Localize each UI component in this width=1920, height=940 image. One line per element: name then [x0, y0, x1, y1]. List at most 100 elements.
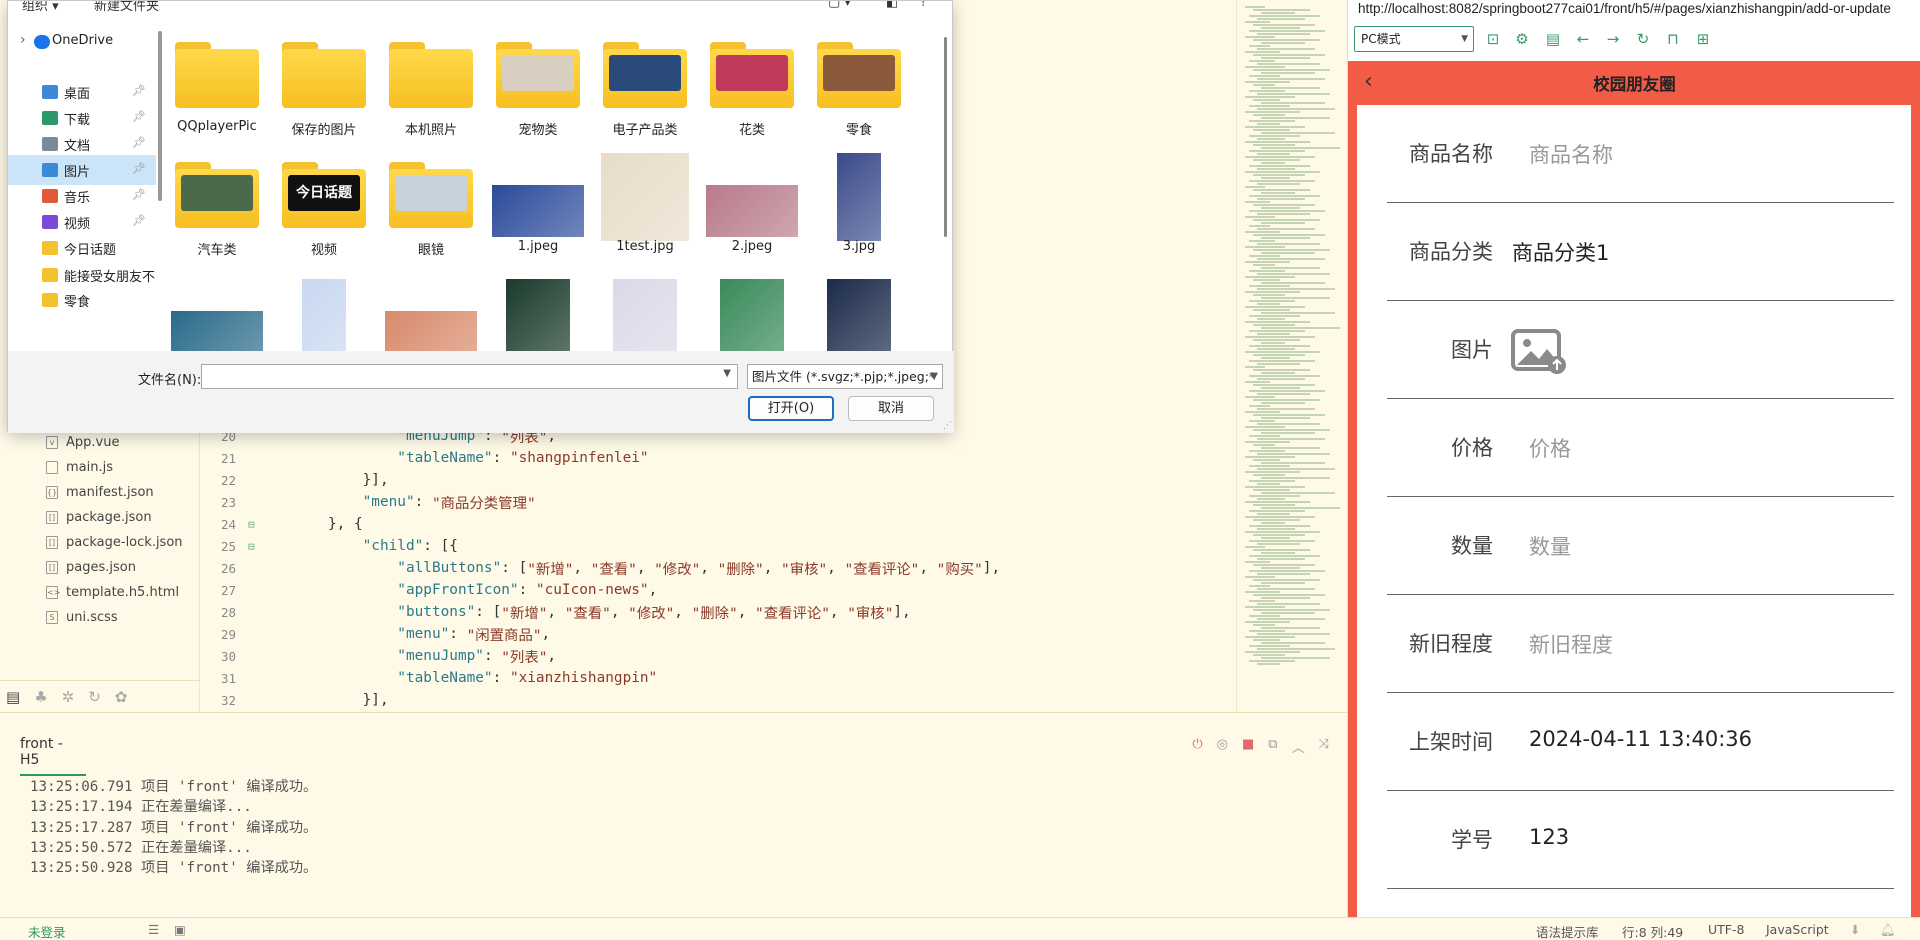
form-value[interactable]: 商品分类1	[1512, 237, 1609, 267]
organize-button[interactable]: 组织 ▾	[22, 1, 59, 14]
form-value[interactable]: 123	[1529, 825, 1569, 849]
screenshot-icon[interactable]: ⊡	[1484, 30, 1502, 48]
form-input[interactable]: 数量	[1529, 531, 1571, 561]
minimap-line	[1253, 159, 1300, 161]
form-input[interactable]: 新旧程度	[1529, 629, 1613, 659]
tree-file-item[interactable]: main.js	[0, 455, 200, 479]
encoding[interactable]: UTF-8	[1708, 922, 1744, 937]
console-icon[interactable]: ▤	[1544, 30, 1562, 48]
line-number: 31	[220, 670, 236, 686]
image-item[interactable]: 1.jpeg	[486, 137, 590, 255]
image-item[interactable]	[165, 257, 269, 351]
tree-file-item[interactable]: {} manifest.json	[0, 480, 200, 504]
nav-scrollbar[interactable]	[158, 31, 162, 201]
image-item[interactable]: 2.jpeg	[700, 137, 804, 255]
refresh-icon[interactable]: ↻	[1634, 30, 1652, 48]
minimap-line	[1253, 654, 1285, 656]
puzzle-icon[interactable]: ✿	[115, 688, 128, 706]
nav-item[interactable]: › OneDrive	[8, 27, 156, 57]
console-tab[interactable]: front - H5	[20, 736, 86, 776]
image-item[interactable]	[272, 257, 376, 351]
run-icon[interactable]: ◎	[1217, 737, 1228, 756]
view-icon[interactable]: ▢ ▾	[828, 1, 851, 10]
stop-icon[interactable]: ⏻	[1192, 737, 1202, 756]
fold-icon[interactable]: ⊟	[248, 518, 260, 531]
bell-icon[interactable]: 🔔︎	[1880, 922, 1896, 938]
code-token: "shangpinfenlei"	[509, 450, 649, 466]
folder-item[interactable]: QQplayerPic	[165, 17, 269, 135]
tree-file-item[interactable]: [] package-lock.json	[0, 530, 200, 554]
chevron-right-icon[interactable]: ›	[20, 32, 26, 48]
tree-file-item[interactable]: [] package.json	[0, 505, 200, 529]
form-input[interactable]: 价格	[1529, 433, 1571, 463]
code-token: "menu"	[397, 626, 450, 642]
nav-item[interactable]: 今日话题	[8, 233, 156, 263]
qr-icon[interactable]: ⊞	[1694, 30, 1712, 48]
fold-icon[interactable]: ⊟	[248, 540, 260, 553]
folder-item[interactable]: 零食	[807, 17, 911, 138]
download-icon[interactable]: ⬇	[1850, 922, 1860, 937]
tree-file-item[interactable]: [] pages.json	[0, 555, 200, 579]
image-item[interactable]	[700, 257, 804, 351]
gear-icon[interactable]: ✲	[62, 688, 75, 706]
image-item[interactable]	[593, 257, 697, 351]
filetype-select[interactable]: 图片文件 (*.svgz;*.pjp;*.jpeg;* ▼	[747, 364, 943, 389]
folder-item[interactable]: 宠物类	[486, 17, 590, 138]
folder-item[interactable]: 本机照片	[379, 17, 483, 138]
cancel-button[interactable]: 取消	[848, 396, 934, 421]
maximize-icon[interactable]: ︿	[1292, 737, 1305, 756]
language-mode[interactable]: JavaScript	[1766, 922, 1829, 937]
nav-item[interactable]: 零食	[8, 285, 156, 315]
chevron-down-icon[interactable]: ▼	[723, 368, 731, 379]
settings-icon[interactable]: ⚙	[1513, 30, 1531, 48]
folder-item[interactable]: 眼镜	[379, 137, 483, 258]
tree-file-item[interactable]: <> template.h5.html	[0, 580, 200, 604]
folder-item[interactable]: 汽车类	[165, 137, 269, 258]
mode-select[interactable]: PC模式 ▼	[1354, 26, 1474, 52]
filename-input[interactable]: ▼	[201, 364, 738, 389]
wrap-icon[interactable]: ⤨	[1319, 737, 1329, 756]
image-upload-icon[interactable]	[1511, 327, 1567, 375]
preview-pane-icon[interactable]: ◧	[886, 1, 898, 10]
image-item[interactable]: 3.jpg	[807, 137, 911, 255]
lock-icon[interactable]: ⊓	[1664, 30, 1682, 48]
minimap-line	[1253, 324, 1295, 326]
list-icon[interactable]: ☰	[148, 922, 159, 937]
terminal-icon[interactable]: ▣	[174, 922, 186, 937]
form-input[interactable]: 商品名称	[1529, 139, 1613, 169]
sync-icon[interactable]: ↻	[88, 688, 101, 706]
image-item[interactable]	[379, 257, 483, 351]
folder-item[interactable]: 今日话题 视频	[272, 137, 376, 258]
code-token: }],	[362, 692, 389, 708]
syntax-hint[interactable]: 语法提示库	[1536, 922, 1599, 940]
new-folder-button[interactable]: 新建文件夹	[94, 1, 159, 14]
open-external-icon[interactable]: ⧉	[1268, 737, 1277, 756]
branch-icon[interactable]: ♣	[34, 688, 47, 706]
help-icon[interactable]: ?	[920, 1, 927, 10]
folder-item[interactable]: 花类	[700, 17, 804, 138]
image-item[interactable]: 1test.jpg	[593, 137, 697, 255]
tree-file-item[interactable]: v App.vue	[0, 430, 200, 454]
grid-scrollbar[interactable]	[944, 37, 947, 237]
pin-icon: 📌︎	[132, 84, 146, 97]
code-token: "tableName"	[397, 450, 493, 466]
form-value[interactable]: 2024-04-11 13:40:36	[1529, 727, 1752, 751]
url-bar[interactable]: http://localhost:8082/springboot277cai01…	[1358, 0, 1891, 22]
folder-item[interactable]: 电子产品类	[593, 17, 697, 138]
folder-item[interactable]: 保存的图片	[272, 17, 376, 138]
forward-arrow-icon[interactable]: →	[1604, 30, 1622, 48]
open-button[interactable]: 打开(O)	[748, 396, 834, 421]
image-item[interactable]	[807, 257, 911, 351]
minimap[interactable]	[1236, 0, 1346, 712]
minimap-line	[1253, 474, 1285, 476]
folder-icon[interactable]: ▤	[6, 688, 20, 706]
minimap-line	[1261, 492, 1335, 494]
resize-grip-icon[interactable]: ⋰	[943, 421, 952, 431]
cursor-position[interactable]: 行:8 列:49	[1622, 922, 1683, 940]
clear-icon[interactable]: ■	[1242, 737, 1254, 756]
tree-file-item[interactable]: Suni.scss	[0, 605, 200, 629]
back-arrow-icon[interactable]: ←	[1574, 30, 1592, 48]
form-label: 价格	[1451, 436, 1493, 460]
image-item[interactable]	[486, 257, 590, 351]
login-status[interactable]: 未登录	[28, 922, 66, 940]
